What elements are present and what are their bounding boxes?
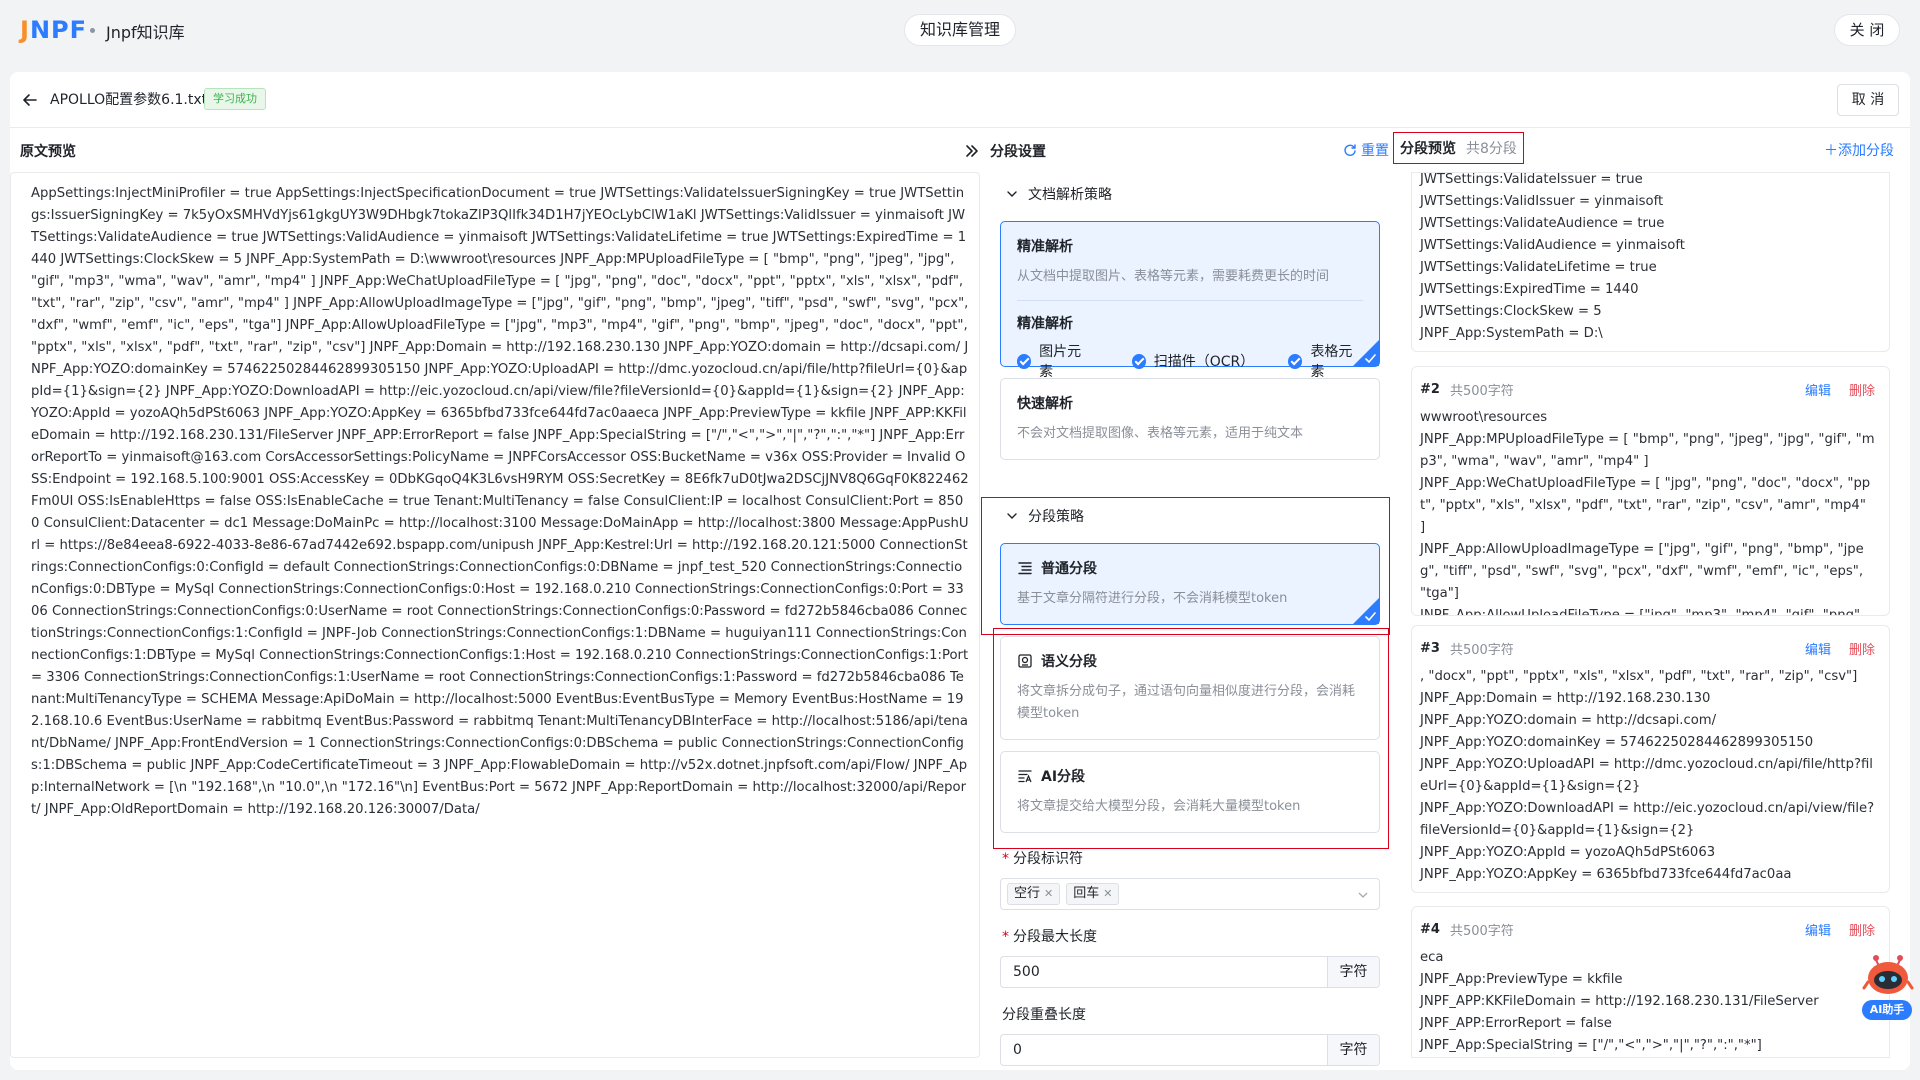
overlap-length-label: 分段重叠长度 [1002, 1007, 1086, 1023]
max-length-input[interactable]: 500 字符 [1000, 956, 1380, 988]
chevron-down-icon [1358, 892, 1368, 898]
edit-button[interactable]: 编辑 [1805, 380, 1831, 399]
parse-strategy-label: 文档解析策略 [1028, 187, 1112, 203]
ai-segment-option[interactable]: AI分段 将文章提交给大模型分段，会消耗大量模型token [1000, 751, 1380, 833]
delete-button[interactable]: 删除 [1849, 380, 1875, 399]
precise-sub-title: 精准解析 [1017, 316, 1073, 332]
app-logo: J NPF [20, 16, 88, 44]
segment-card: #4 共500字符 编辑 删除 eca JNPF_App:PreviewType… [1411, 906, 1890, 1058]
segment-count: 共8分段 [1466, 141, 1517, 157]
delete-button[interactable]: 删除 [1849, 639, 1875, 658]
fast-parse-option[interactable]: 快速解析 不会对文档提取图像、表格等元素，适用于纯文本 [1000, 378, 1380, 460]
ai-assistant-label[interactable]: AI助手 [1862, 1000, 1912, 1020]
checkbox-image-elements[interactable]: 图片元素 [1017, 341, 1092, 381]
option-title: 快速解析 [1017, 396, 1073, 412]
segment-card: #2 共500字符 编辑 删除 wwwroot\resources JNPF_A… [1411, 366, 1890, 616]
segment-content: wwwroot\resources JNPF_App:MPUploadFileT… [1420, 410, 1875, 616]
app-name: Jnpf知识库 [106, 23, 185, 42]
delete-button[interactable]: 删除 [1849, 920, 1875, 939]
plus-icon: ＋ [1824, 143, 1838, 159]
back-arrow-icon[interactable] [20, 90, 40, 110]
segment-content: , "docx", "ppt", "pptx", "xls", "xlsx", … [1420, 669, 1875, 882]
preview-title: 分段预览 [1400, 141, 1456, 157]
add-segment-button[interactable]: ＋添加分段 [1824, 140, 1894, 160]
checkbox-table-elements[interactable]: 表格元素 [1288, 341, 1363, 381]
semantic-segment-option[interactable]: 语义分段 将文章拆分成句子，通过语句向量相似度进行分段，会消耗模型token [1000, 636, 1380, 740]
option-description: 从文档中提取图片、表格等元素，需要耗费更长的时间 [1017, 269, 1330, 284]
segment-card: JWTSettings:ValidateIssuer = true JWTSet… [1411, 172, 1890, 352]
max-length-label: * 分段最大长度 [1002, 929, 1097, 945]
semantic-icon [1018, 654, 1032, 668]
settings-title: 分段设置 [990, 144, 1046, 160]
list-lines-icon [1018, 562, 1032, 575]
segment-card: #3 共500字符 编辑 删除 , "docx", "ppt", "pptx",… [1411, 625, 1890, 893]
separator-dot [90, 28, 95, 33]
option-title: 语义分段 [1017, 651, 1363, 671]
tag-blank-line: 空行 ✕ [1007, 883, 1061, 905]
document-title: APOLLO配置参数6.1.txt [50, 92, 208, 108]
option-description: 将文章拆分成句子，通过语句向量相似度进行分段，会消耗模型token [1017, 684, 1356, 721]
identifier-select[interactable]: 空行 ✕ 回车 ✕ [1000, 878, 1380, 910]
refresh-icon [1344, 144, 1356, 156]
top-bar: J NPF Jnpf知识库 知识库管理 关 闭 [0, 0, 1920, 60]
normal-segment-option[interactable]: 普通分段 基于文章分隔符进行分段，不会消耗模型token [1000, 543, 1380, 625]
max-length-value[interactable]: 500 [1001, 964, 1327, 980]
segment-content: eca JNPF_App:PreviewType = kkfile JNPF_A… [1420, 950, 1819, 1053]
close-button[interactable]: 关 闭 [1834, 14, 1900, 46]
identifier-label: * 分段标识符 [1002, 851, 1083, 867]
segment-header: #2 共500字符 编辑 删除 [1420, 380, 1875, 399]
checkbox-checked-icon [1131, 353, 1146, 369]
checkbox-checked-icon [1288, 353, 1303, 369]
segment-header: #3 共500字符 编辑 删除 [1420, 639, 1875, 658]
parse-strategy-header[interactable]: 文档解析策略 [1006, 184, 1112, 204]
option-description: 将文章提交给大模型分段，会消耗大量模型token [1017, 799, 1301, 814]
divider [1017, 300, 1363, 301]
page-title: 知识库管理 [904, 14, 1016, 46]
document-header: APOLLO配置参数6.1.txt 学习成功 取 消 [10, 72, 1910, 128]
chevron-down-icon [1007, 191, 1017, 197]
unit-label: 字符 [1327, 957, 1379, 987]
double-chevron-right-icon[interactable] [963, 142, 981, 160]
precise-parse-option[interactable]: 精准解析 从文档中提取图片、表格等元素，需要耗费更长的时间 精准解析 图片元素 … [1000, 221, 1380, 380]
checkbox-checked-icon [1017, 353, 1032, 369]
checkbox-ocr[interactable]: 扫描件（OCR） [1131, 351, 1254, 371]
segment-strategy-header[interactable]: 分段策略 [1006, 506, 1084, 526]
option-title: 精准解析 [1017, 239, 1073, 255]
original-preview-title: 原文预览 [20, 144, 76, 160]
option-description: 不会对文档提取图像、表格等元素，适用于纯文本 [1017, 426, 1304, 441]
unit-label: 字符 [1327, 1035, 1379, 1065]
ai-text-icon [1018, 770, 1032, 783]
edit-button[interactable]: 编辑 [1805, 920, 1831, 939]
overlap-length-input[interactable]: 0 字符 [1000, 1034, 1380, 1066]
edit-button[interactable]: 编辑 [1805, 639, 1831, 658]
segment-preview-header: 分段预览 共8分段 [1400, 138, 1517, 158]
precise-options: 图片元素 扫描件（OCR） 表格元素 [1017, 341, 1363, 381]
chevron-down-icon [1007, 513, 1017, 519]
segment-header: #4 共500字符 编辑 删除 [1420, 920, 1875, 939]
segment-strategy-label: 分段策略 [1028, 509, 1084, 525]
status-badge: 学习成功 [204, 88, 266, 110]
close-icon[interactable]: ✕ [1044, 884, 1053, 904]
selected-check-icon [1353, 598, 1379, 624]
overlap-length-value[interactable]: 0 [1001, 1042, 1327, 1058]
option-title: 普通分段 [1017, 558, 1363, 578]
reset-label: 重置 [1361, 143, 1389, 159]
cancel-button[interactable]: 取 消 [1837, 84, 1899, 116]
option-title: AI分段 [1017, 766, 1363, 786]
selected-check-icon [1353, 340, 1379, 366]
segment-content: JWTSettings:ValidateIssuer = true JWTSet… [1420, 172, 1685, 341]
tag-enter: 回车 ✕ [1066, 883, 1120, 905]
close-icon[interactable]: ✕ [1103, 884, 1112, 904]
original-text-content: AppSettings:InjectMiniProfiler = true Ap… [10, 172, 980, 1058]
option-description: 基于文章分隔符进行分段，不会消耗模型token [1017, 591, 1288, 606]
reset-button[interactable]: 重置 [1343, 140, 1389, 160]
